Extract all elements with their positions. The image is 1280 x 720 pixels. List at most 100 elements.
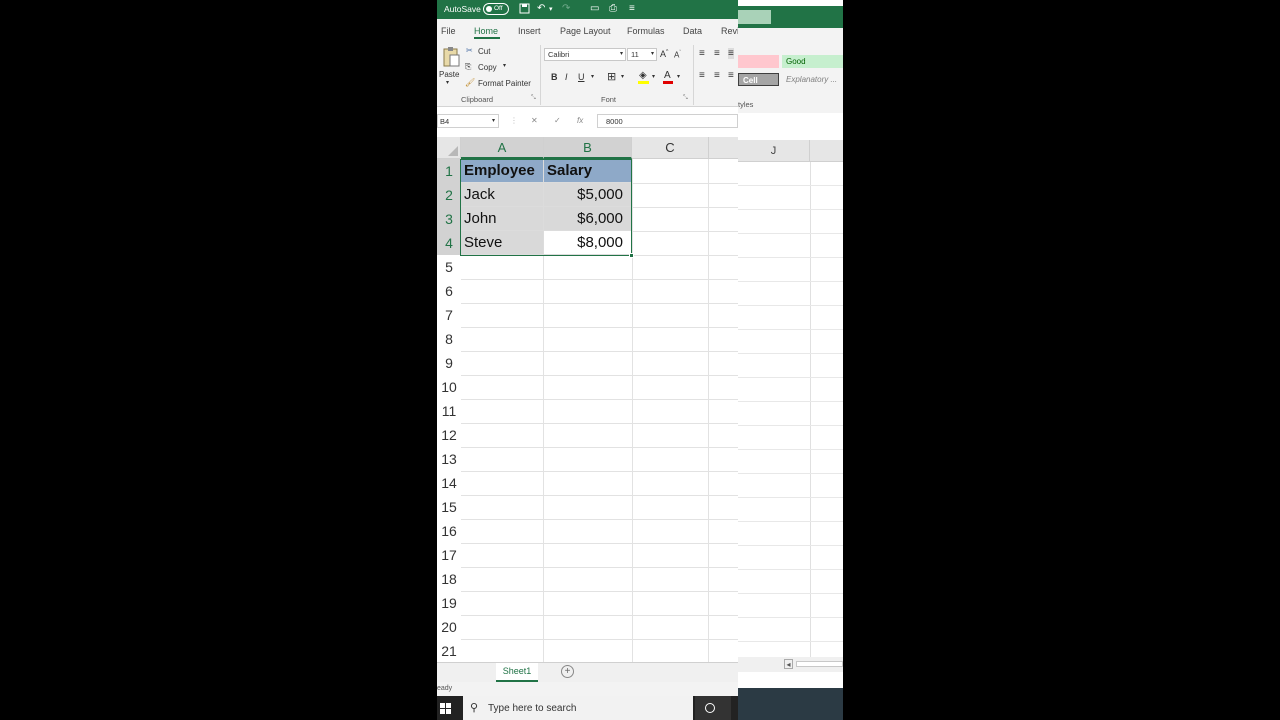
redo-icon[interactable]: ↷ bbox=[562, 3, 570, 14]
worksheet-grid[interactable]: A B C 1 2 3 4 5 6 7 8 9 10 11 12 13 14 1… bbox=[437, 137, 738, 662]
column-header-j[interactable]: J bbox=[738, 140, 810, 162]
column-header-k[interactable] bbox=[810, 140, 843, 162]
tab-page-layout[interactable]: Page Layout bbox=[560, 26, 611, 36]
styles-group-label: tyles bbox=[738, 100, 754, 109]
row-header-20[interactable]: 20 bbox=[437, 615, 461, 639]
formula-input[interactable]: 8000 bbox=[597, 114, 738, 128]
copy-dropdown-icon[interactable]: ▾ bbox=[503, 62, 506, 69]
decrease-font-size-icon[interactable]: Aˇ bbox=[674, 50, 681, 60]
row-header-15[interactable]: 15 bbox=[437, 495, 461, 519]
row-header-4[interactable]: 4 bbox=[437, 231, 461, 255]
row-header-3[interactable]: 3 bbox=[437, 207, 461, 231]
sheet-tab-sheet1[interactable]: Sheet1 bbox=[496, 663, 538, 682]
fill-color-icon[interactable]: ◈ bbox=[639, 70, 647, 81]
column-header-a[interactable]: A bbox=[461, 137, 544, 159]
print-preview-icon[interactable]: ⎙ bbox=[609, 3, 617, 14]
paste-button[interactable]: Paste bbox=[439, 70, 459, 79]
row-header-19[interactable]: 19 bbox=[437, 591, 461, 615]
touch-mode-icon[interactable]: ▭ bbox=[590, 3, 599, 14]
taskbar-search-box[interactable]: ⚲ Type here to search bbox=[463, 696, 693, 720]
bold-button[interactable]: B bbox=[551, 72, 558, 82]
row-header-10[interactable]: 10 bbox=[437, 375, 461, 399]
windows-start-icon[interactable] bbox=[440, 703, 451, 714]
undo-icon[interactable]: ↶ bbox=[537, 3, 545, 14]
row-header-14[interactable]: 14 bbox=[437, 471, 461, 495]
underline-dropdown-icon[interactable]: ▾ bbox=[591, 73, 594, 80]
tab-insert[interactable]: Insert bbox=[518, 26, 541, 36]
add-sheet-icon[interactable]: + bbox=[561, 665, 574, 678]
row-header-5[interactable]: 5 bbox=[437, 255, 461, 279]
fill-color-swatch bbox=[638, 81, 649, 84]
format-painter-icon[interactable]: 🖌 bbox=[465, 78, 475, 87]
row-header-7[interactable]: 7 bbox=[437, 303, 461, 327]
font-color-icon[interactable]: A bbox=[664, 70, 671, 81]
style-good[interactable]: Good bbox=[782, 55, 843, 68]
tab-formulas[interactable]: Formulas bbox=[627, 26, 665, 36]
dialog-launcher-icon[interactable]: ⤡ bbox=[531, 95, 536, 102]
font-group-label: Font bbox=[601, 95, 617, 104]
scroll-left-icon[interactable]: ◂ bbox=[784, 659, 793, 669]
row-header-2[interactable]: 2 bbox=[437, 183, 461, 207]
insert-function-icon[interactable]: fx bbox=[577, 116, 583, 125]
row-header-17[interactable]: 17 bbox=[437, 543, 461, 567]
row-header-18[interactable]: 18 bbox=[437, 567, 461, 591]
align-right-icon[interactable]: ≡ bbox=[728, 70, 734, 81]
paste-dropdown-icon[interactable]: ▾ bbox=[446, 79, 449, 86]
format-painter-button[interactable]: Format Painter bbox=[478, 79, 531, 88]
dialog-launcher-icon[interactable]: ⤡ bbox=[683, 95, 688, 102]
font-color-dropdown-icon[interactable]: ▾ bbox=[677, 73, 680, 80]
tab-data[interactable]: Data bbox=[683, 26, 702, 36]
italic-button[interactable]: I bbox=[565, 72, 568, 82]
formula-bar-options-icon[interactable]: ⋮ bbox=[510, 116, 518, 125]
row-header-21[interactable]: 21 bbox=[437, 639, 461, 663]
fill-color-dropdown-icon[interactable]: ▾ bbox=[652, 73, 655, 80]
font-name-box[interactable]: Calibri ▾ bbox=[544, 48, 626, 61]
styles-ribbon: Good Cell Explanatory ... tyles bbox=[738, 28, 843, 113]
cancel-icon[interactable]: ✕ bbox=[531, 116, 538, 125]
style-explanatory[interactable]: Explanatory ... bbox=[782, 73, 843, 86]
row-header-1[interactable]: 1 bbox=[437, 159, 461, 183]
copy-button[interactable]: Copy bbox=[478, 63, 497, 72]
grid-row bbox=[738, 426, 843, 450]
row-header-6[interactable]: 6 bbox=[437, 279, 461, 303]
tab-home[interactable]: Home bbox=[474, 26, 498, 36]
row-header-11[interactable]: 11 bbox=[437, 399, 461, 423]
enter-icon[interactable]: ✓ bbox=[554, 116, 561, 125]
column-header-c[interactable]: C bbox=[632, 137, 709, 159]
align-top-icon[interactable]: ≡ bbox=[699, 48, 705, 59]
row-header-8[interactable]: 8 bbox=[437, 327, 461, 351]
autosave-toggle[interactable]: Off bbox=[483, 3, 509, 15]
align-left-icon[interactable]: ≡ bbox=[699, 70, 705, 81]
row-header-9[interactable]: 9 bbox=[437, 351, 461, 375]
name-box[interactable]: B4 ▾ bbox=[437, 114, 499, 128]
customize-toolbar-icon[interactable]: ≡ bbox=[629, 3, 635, 14]
underline-button[interactable]: U bbox=[578, 72, 585, 82]
cut-icon[interactable]: ✂ bbox=[466, 46, 473, 55]
row-header-12[interactable]: 12 bbox=[437, 423, 461, 447]
row-header-16[interactable]: 16 bbox=[437, 519, 461, 543]
align-center-icon[interactable]: ≡ bbox=[714, 70, 720, 81]
style-bad[interactable] bbox=[738, 55, 779, 68]
style-check-cell[interactable]: Cell bbox=[738, 73, 779, 86]
scroll-thumb[interactable] bbox=[796, 661, 843, 667]
borders-icon[interactable]: ⊞ bbox=[607, 70, 616, 83]
tab-file[interactable]: File bbox=[441, 26, 456, 36]
copy-icon[interactable]: ⎘ bbox=[465, 62, 471, 72]
save-icon[interactable] bbox=[519, 3, 530, 17]
select-all-corner[interactable] bbox=[437, 137, 461, 159]
align-middle-icon[interactable]: ≡ bbox=[714, 48, 720, 59]
paste-icon[interactable] bbox=[441, 46, 461, 68]
column-header-d[interactable] bbox=[709, 137, 738, 159]
tab-review[interactable]: Revi bbox=[721, 26, 738, 36]
increase-font-size-icon[interactable]: A^ bbox=[660, 49, 668, 59]
align-bottom-icon[interactable]: ≡ bbox=[728, 48, 734, 59]
fill-handle[interactable] bbox=[629, 253, 634, 258]
row-header-13[interactable]: 13 bbox=[437, 447, 461, 471]
cut-button[interactable]: Cut bbox=[478, 47, 490, 56]
borders-dropdown-icon[interactable]: ▾ bbox=[621, 73, 624, 80]
chevron-down-icon[interactable]: ▾ bbox=[549, 5, 553, 13]
font-size-box[interactable]: 11 ▾ bbox=[627, 48, 657, 61]
column-header-b[interactable]: B bbox=[544, 137, 632, 159]
cortana-icon[interactable] bbox=[695, 696, 731, 720]
horizontal-scrollbar[interactable]: ◂ bbox=[738, 657, 843, 672]
